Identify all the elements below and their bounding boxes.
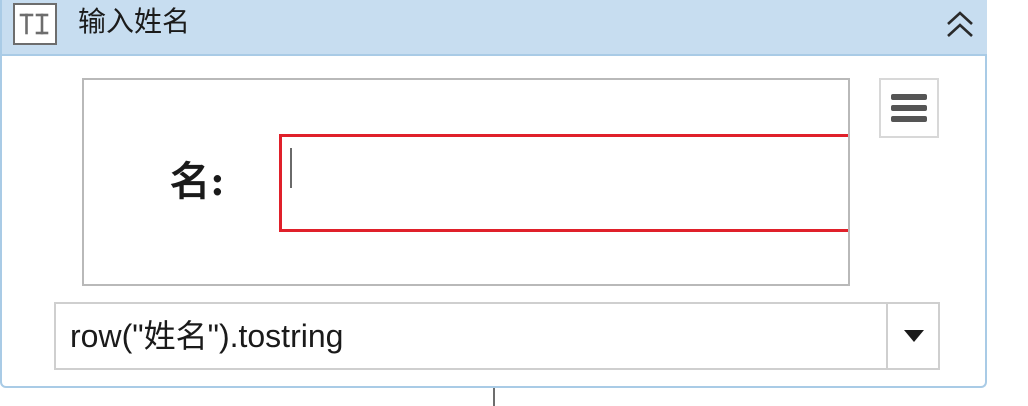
collapse-icon-glyph xyxy=(947,11,973,37)
connector-line xyxy=(493,388,495,406)
activity-header[interactable]: 输入姓名 xyxy=(2,0,987,56)
text-input-icon-glyph xyxy=(19,13,49,35)
type-into-activity[interactable]: 输入姓名 名: row("姓名").tostring xyxy=(0,0,987,388)
target-screenshot-preview[interactable]: 名: xyxy=(82,78,850,286)
expression-input[interactable]: row("姓名").tostring xyxy=(56,304,888,368)
preview-highlighted-input xyxy=(279,134,848,232)
activity-title: 输入姓名 xyxy=(78,5,191,38)
text-expression-field[interactable]: row("姓名").tostring xyxy=(54,302,940,370)
preview-field-label: 名: xyxy=(170,158,225,205)
double-chevron-up-icon[interactable] xyxy=(940,4,980,44)
text-input-icon xyxy=(13,3,57,45)
text-caret xyxy=(290,148,292,188)
menu-icon-glyph xyxy=(891,94,927,122)
dropdown-icon-glyph xyxy=(904,330,924,342)
caret-down-icon[interactable] xyxy=(890,304,938,368)
hamburger-menu-icon[interactable] xyxy=(879,78,939,138)
